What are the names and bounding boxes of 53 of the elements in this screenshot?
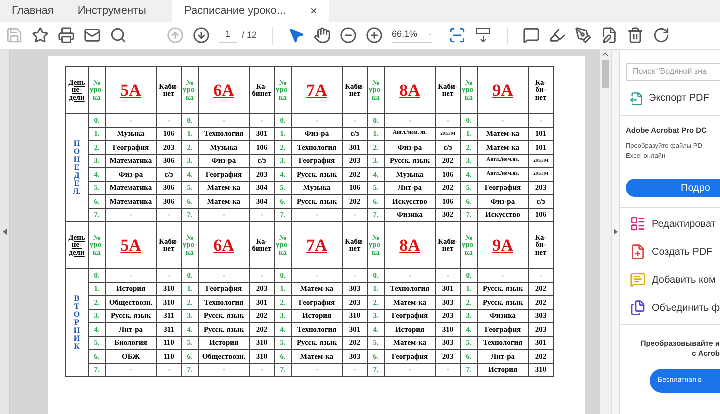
comment-icon: [630, 272, 646, 288]
page-count: / 12: [242, 28, 258, 42]
scroll-thumb[interactable]: [602, 60, 609, 88]
class-heading: 9А: [478, 222, 528, 268]
email-button[interactable]: [84, 27, 101, 44]
collapse-arrow-icon: [2, 229, 6, 235]
close-icon[interactable]: ×: [310, 2, 318, 20]
rotate-button[interactable]: [653, 27, 670, 44]
highlight-button[interactable]: [549, 27, 566, 44]
class-heading: 5А: [106, 66, 156, 114]
tab[interactable]: Главная: [0, 0, 66, 22]
sign-button[interactable]: [575, 27, 592, 44]
class-heading: 6А: [198, 66, 250, 114]
day-label: В Т О Р Н И К: [66, 268, 88, 376]
search-field[interactable]: Поиск "Водяной зна: [626, 62, 720, 80]
page-number-field[interactable]: 1: [219, 28, 237, 43]
pointer-button[interactable]: [288, 27, 306, 44]
file-plus-icon: [630, 244, 646, 260]
zoom-out-button[interactable]: [340, 27, 358, 44]
scrollbar[interactable]: [600, 50, 611, 414]
bookmark-button[interactable]: [32, 27, 49, 44]
export-pdf-link[interactable]: Экспорт PDF: [649, 91, 710, 106]
learn-more-button[interactable]: Подро: [626, 179, 720, 198]
files-icon: [630, 300, 646, 316]
delete-button[interactable]: [627, 27, 644, 44]
tool-link[interactable]: Создать PDF: [652, 244, 713, 260]
tab[interactable]: Расписание уроко... ×: [172, 0, 330, 22]
search-button[interactable]: [110, 27, 127, 44]
comment-button[interactable]: [523, 27, 540, 44]
scroll-up-icon: [601, 50, 610, 59]
caret-icon: [428, 31, 432, 39]
next-page-button[interactable]: [193, 27, 210, 44]
class-heading: 8А: [384, 222, 436, 268]
class-heading: 5А: [106, 222, 156, 268]
form-icon: [630, 216, 646, 232]
edit-file-button[interactable]: [601, 27, 618, 44]
tool-link[interactable]: Добавить ком: [652, 272, 716, 288]
day-label: П О Н Е Д Е Л.: [66, 114, 88, 222]
expand-arrow-icon: [614, 229, 618, 235]
print-button[interactable]: [58, 27, 75, 44]
fit-page-button[interactable]: [449, 27, 466, 44]
tool-link[interactable]: Редактироват: [652, 216, 716, 232]
zoom-dropdown[interactable]: 66,1%: [392, 28, 432, 43]
zoom-in-button[interactable]: [366, 27, 384, 44]
class-heading: 7А: [292, 222, 342, 268]
tool-link[interactable]: Объединить ф: [652, 300, 720, 316]
class-heading: 7А: [292, 66, 342, 114]
export-icon: [630, 92, 644, 106]
class-heading: 6А: [198, 222, 250, 268]
tab[interactable]: Инструменты: [66, 0, 158, 22]
class-heading: 8А: [384, 66, 436, 114]
class-heading: 9А: [478, 66, 528, 114]
hand-button[interactable]: [314, 27, 332, 44]
